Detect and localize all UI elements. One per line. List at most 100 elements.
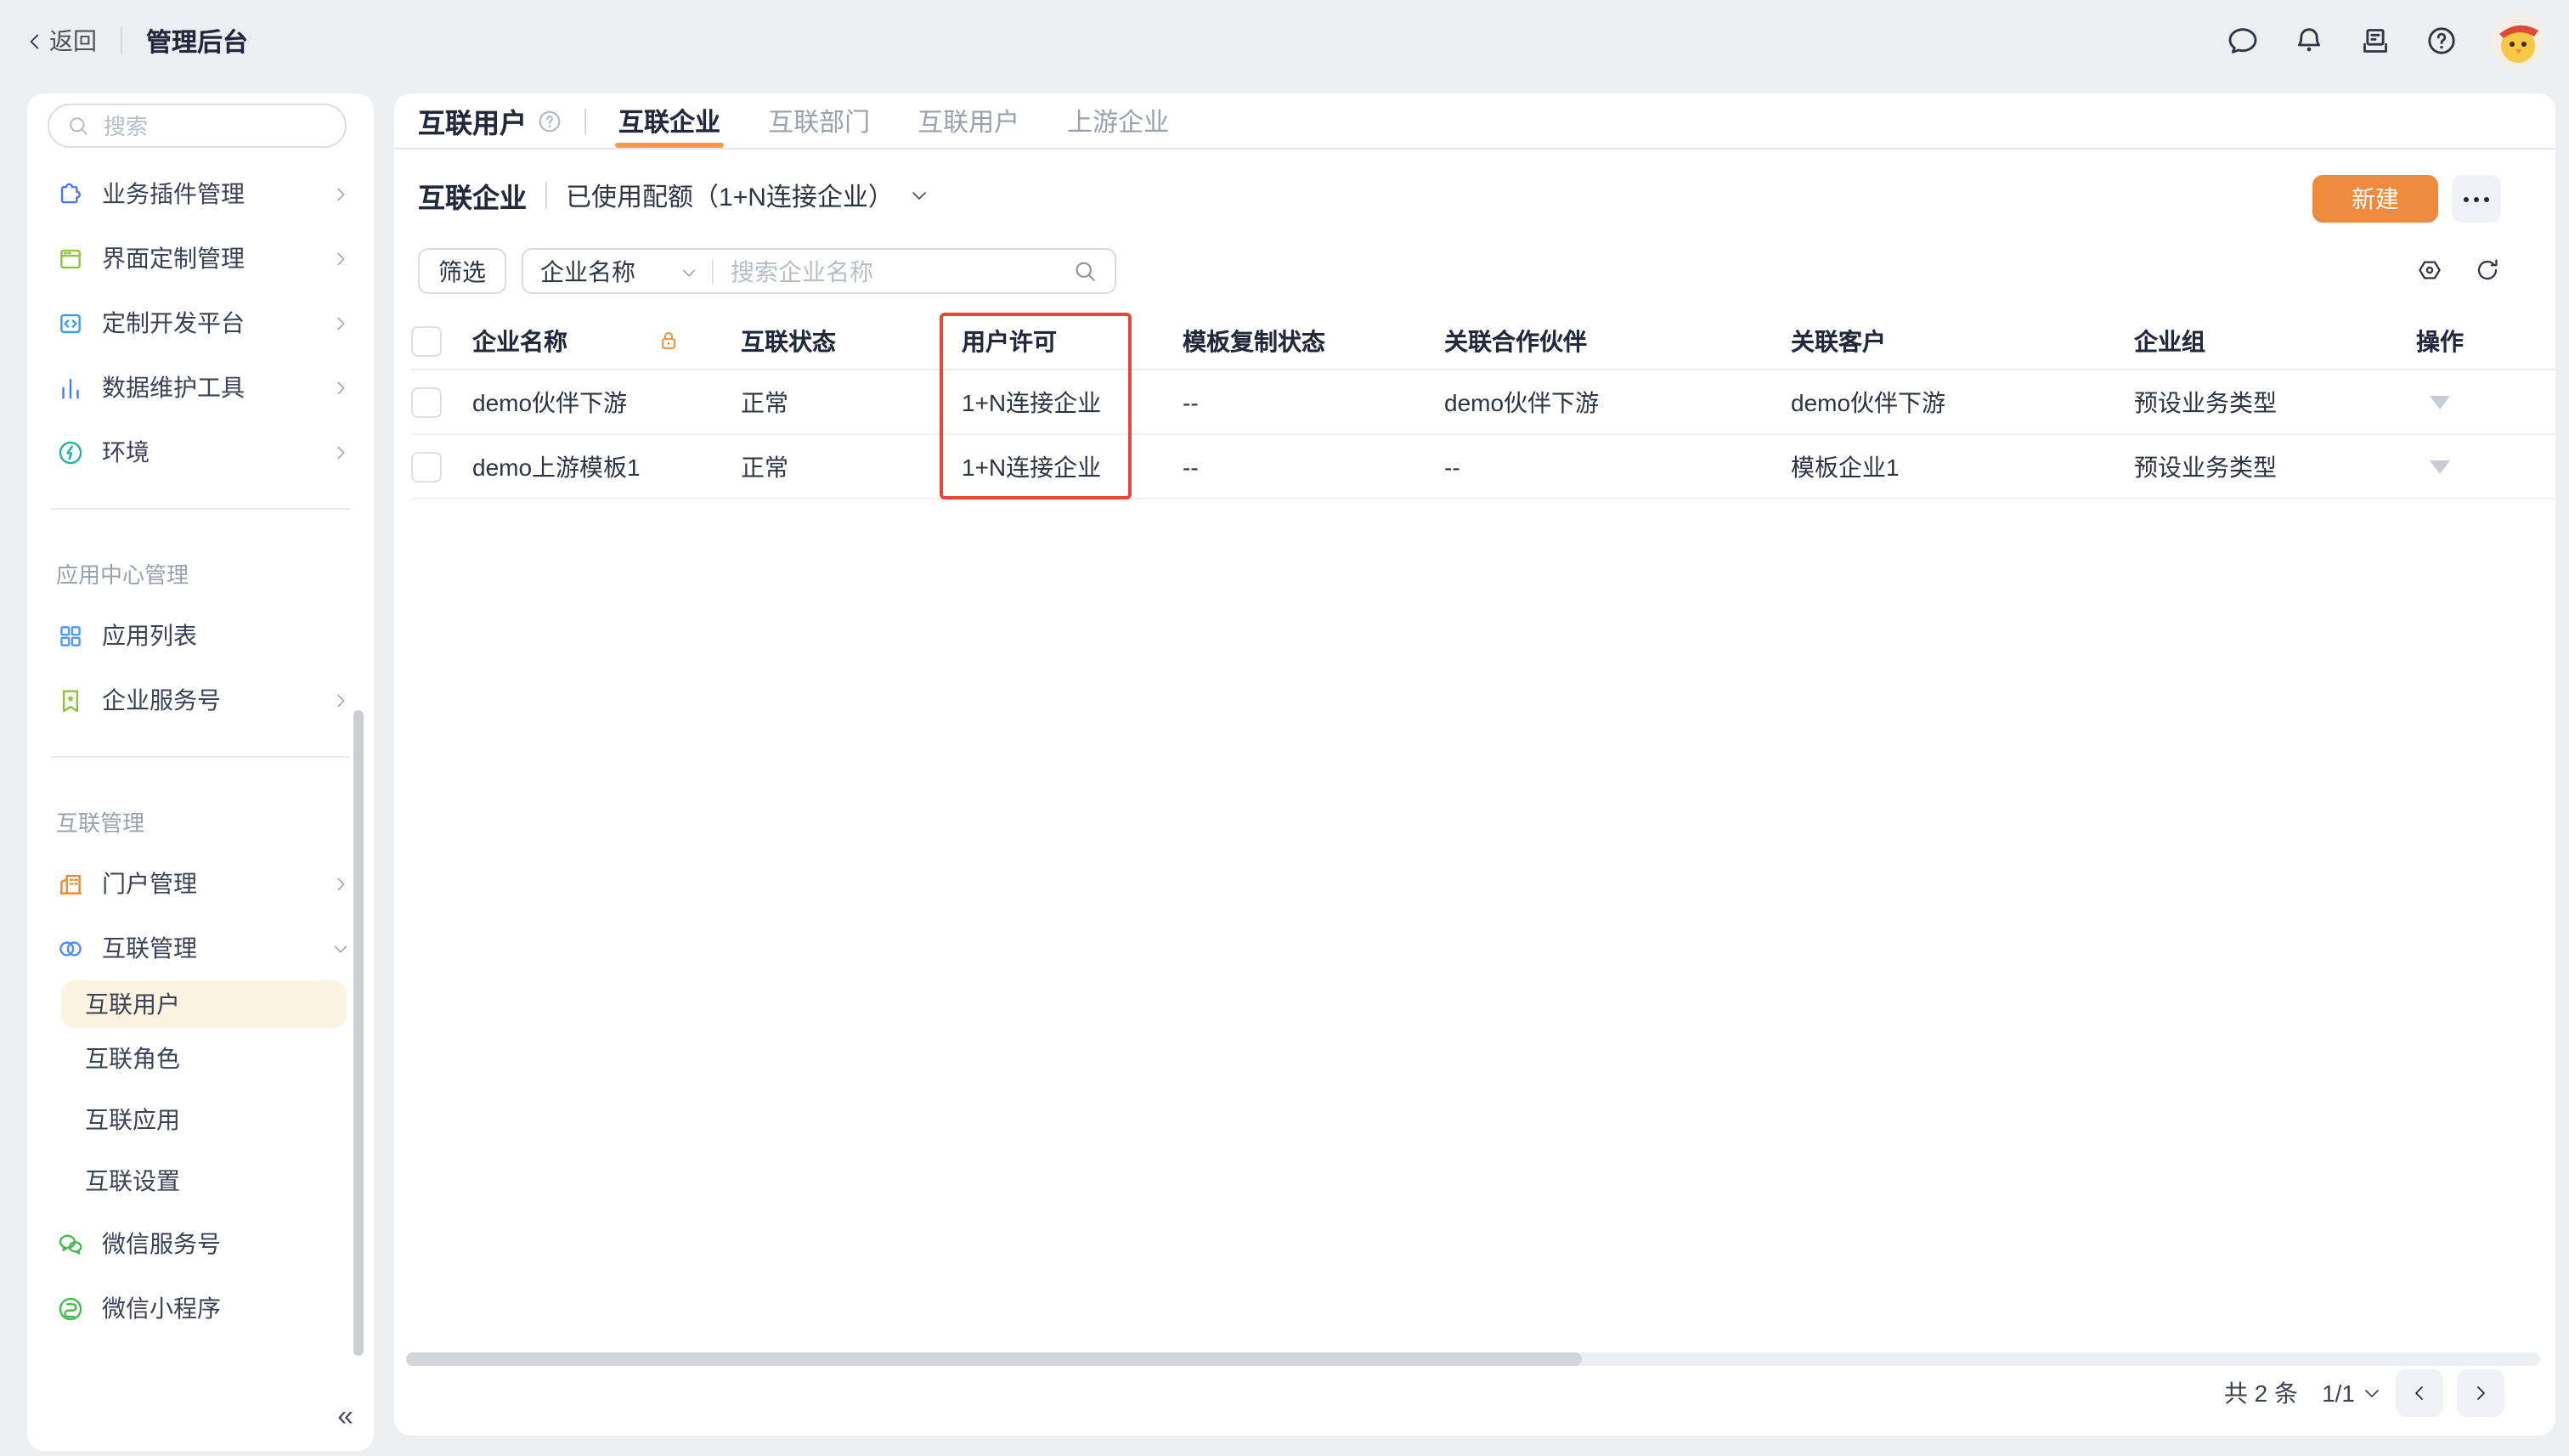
tab-interconnect-enterprise[interactable]: 互联企业 (615, 93, 724, 148)
chevron-right-icon (331, 691, 350, 709)
sidebar-item-environment[interactable]: 环境 (27, 420, 374, 484)
row-checkbox[interactable] (411, 387, 442, 417)
section-header: 互联企业 已使用配额（1+N连接企业） (418, 168, 929, 223)
template-copy-cell: -- (1183, 453, 1444, 480)
row-actions-dropdown[interactable] (2430, 460, 2450, 473)
chevron-right-icon (331, 874, 350, 893)
sidebar-item-label: 数据维护工具 (102, 370, 331, 404)
chevron-right-icon (331, 443, 350, 461)
collapse-sidebar-button[interactable]: « (337, 1400, 353, 1434)
tab-interconnect-department[interactable]: 互联部门 (765, 93, 873, 148)
sidebar-item-label: 互联角色 (56, 1041, 350, 1075)
avatar[interactable] (2491, 14, 2545, 68)
bar-chart-icon (56, 373, 85, 402)
row-checkbox[interactable] (411, 451, 442, 482)
refresh-icon[interactable] (2474, 257, 2501, 284)
sidebar-item-data-maintenance[interactable]: 数据维护工具 (27, 355, 374, 420)
sidebar-item-label: 互联设置 (56, 1164, 350, 1198)
partner-link[interactable]: demo伙伴下游 (1444, 385, 1791, 419)
sidebar-item-interconnect-roles[interactable]: 互联角色 (27, 1028, 374, 1089)
chevron-down-icon[interactable] (909, 185, 929, 206)
next-page-button[interactable] (2457, 1369, 2504, 1417)
section-divider (545, 182, 547, 209)
column-settings-icon[interactable] (2416, 257, 2443, 284)
sidebar-item-interconnect-settings[interactable]: 互联设置 (27, 1150, 374, 1211)
quota-selector-label[interactable]: 已使用配额（1+N连接企业） (566, 178, 894, 213)
chevron-down-icon[interactable] (680, 262, 698, 281)
sidebar-item-business-plugins[interactable]: 业务插件管理 (27, 161, 374, 226)
sidebar-divider (51, 508, 350, 510)
sidebar-item-label: 应用列表 (102, 618, 350, 652)
filter-button[interactable]: 筛选 (418, 248, 506, 294)
tab-interconnect-user[interactable]: 互联用户 (914, 93, 1023, 148)
status-cell: 正常 (741, 385, 962, 419)
customer-link[interactable]: demo伙伴下游 (1791, 385, 2134, 419)
sidebar-item-custom-dev-platform[interactable]: 定制开发平台 (27, 291, 374, 355)
search-enterprise-input[interactable] (727, 256, 1072, 286)
sidebar-item-ui-customization[interactable]: 界面定制管理 (27, 226, 374, 291)
table-row: demo上游模板1 正常 1+N连接企业 -- -- 模板企业1 预设业务类型 (411, 435, 2555, 499)
sidebar-item-portal-management[interactable]: 门户管理 (27, 851, 374, 916)
bell-icon[interactable] (2292, 24, 2326, 58)
customer-link[interactable]: 模板企业1 (1791, 449, 2134, 483)
sidebar: 业务插件管理 界面定制管理 定制开发平台 数据维护工具 环境 (27, 93, 374, 1451)
sidebar-search-input[interactable] (100, 111, 294, 140)
license-cell: 1+N连接企业 (962, 449, 1183, 483)
chevron-down-icon (2362, 1383, 2382, 1403)
sidebar-item-interconnect-users[interactable]: 互联用户 (61, 980, 347, 1028)
search-field-select[interactable]: 企业名称 (540, 254, 635, 288)
create-button[interactable]: 新建 (2312, 175, 2438, 223)
sidebar-item-wechat-miniprogram[interactable]: 微信小程序 (27, 1276, 374, 1340)
table-row: demo伙伴下游 正常 1+N连接企业 -- demo伙伴下游 demo伙伴下游… (411, 370, 2555, 435)
sidebar-item-label: 微信服务号 (102, 1227, 350, 1261)
prev-page-button[interactable] (2396, 1369, 2443, 1417)
sidebar-divider (51, 756, 350, 758)
admin-console: 返回 管理后台 业务插件管理 界面定制管理 (0, 0, 2569, 1456)
tab-upstream-enterprise[interactable]: 上游企业 (1064, 93, 1172, 148)
row-actions-dropdown[interactable] (2430, 395, 2450, 409)
chat-icon[interactable] (2226, 24, 2260, 58)
sidebar-item-label: 环境 (102, 435, 331, 469)
search-icon (66, 114, 90, 138)
enterprise-name-link[interactable]: demo伙伴下游 (472, 385, 741, 419)
sidebar-item-enterprise-service[interactable]: 企业服务号 (27, 668, 374, 732)
page-help-icon[interactable] (537, 108, 562, 133)
inbox-doc-icon[interactable] (2358, 24, 2392, 58)
building-icon (56, 869, 85, 898)
sidebar-item-label: 企业服务号 (102, 683, 331, 717)
select-all-checkbox[interactable] (411, 325, 442, 356)
horizontal-scrollbar-thumb[interactable] (406, 1352, 1582, 1366)
column-header: 企业名称 (472, 324, 567, 358)
help-icon[interactable] (2425, 24, 2459, 58)
topbar-divider (121, 27, 122, 54)
puzzle-icon (56, 179, 85, 208)
top-bar: 返回 管理后台 (0, 0, 2569, 82)
pagination: 共 2 条 1/1 (2224, 1369, 2504, 1417)
more-actions-button[interactable] (2452, 175, 2501, 223)
sidebar-item-label: 微信小程序 (102, 1291, 350, 1325)
sidebar-scrollbar[interactable] (353, 710, 364, 1356)
total-count: 共 2 条 (2224, 1376, 2298, 1410)
sidebar-item-app-list[interactable]: 应用列表 (27, 603, 374, 668)
sidebar-item-interconnect-management[interactable]: 互联管理 (27, 916, 374, 980)
sidebar-item-label: 互联应用 (56, 1103, 350, 1137)
sidebar-item-wechat-service[interactable]: 微信服务号 (27, 1211, 374, 1276)
group-cell: 预设业务类型 (2134, 385, 2416, 419)
column-header: 关联合作伙伴 (1444, 324, 1791, 358)
horizontal-scrollbar-track[interactable] (406, 1352, 2540, 1366)
sidebar-section-app-center: 应用中心管理 (27, 533, 374, 603)
grid-icon (56, 621, 85, 650)
header-divider (584, 108, 586, 133)
page-selector[interactable]: 1/1 (2322, 1380, 2382, 1407)
combo-divider (712, 259, 714, 283)
back-label: 返回 (49, 24, 97, 58)
environment-icon (56, 437, 85, 466)
sidebar-item-label: 门户管理 (102, 866, 331, 900)
search-icon[interactable] (1072, 258, 1098, 284)
sidebar-item-interconnect-apps[interactable]: 互联应用 (27, 1089, 374, 1150)
enterprise-name-link[interactable]: demo上游模板1 (472, 449, 741, 483)
back-button[interactable]: 返回 (24, 24, 97, 58)
browser-window-icon (56, 244, 85, 273)
filter-row: 筛选 企业名称 (418, 248, 1116, 294)
sidebar-search[interactable] (48, 104, 347, 148)
